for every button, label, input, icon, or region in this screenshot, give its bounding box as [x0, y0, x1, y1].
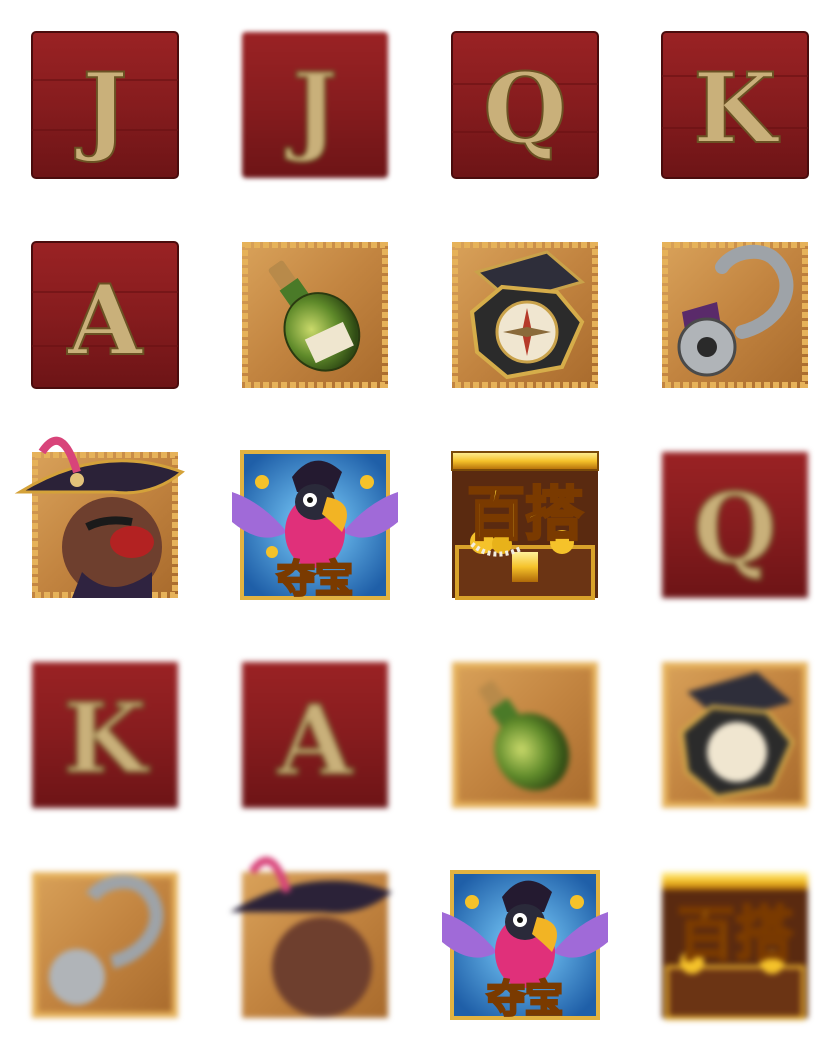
symbol-treasure-blurred: 百搭 — [662, 872, 808, 1020]
parrot-badge-label: 夺宝 — [487, 977, 563, 1021]
symbol-j-blurred: J — [242, 32, 388, 178]
symbol-pirate — [14, 436, 185, 598]
letter-a: A — [277, 684, 354, 797]
treasure-badge-label: 百搭 — [467, 480, 583, 548]
symbol-a-blurred: A — [242, 662, 388, 808]
symbol-a: A — [31, 241, 179, 389]
symbol-k-blurred: K — [32, 662, 178, 808]
symbol-treasure: 百搭 — [451, 451, 599, 600]
symbol-q-blurred: Q — [662, 452, 808, 598]
symbol-j: J — [31, 31, 179, 179]
letter-a: A — [67, 264, 144, 377]
symbol-parrot: 夺宝 — [442, 870, 608, 1022]
letter-j: J — [74, 52, 127, 165]
symbol-q: Q — [451, 31, 599, 179]
letter-j: J — [284, 52, 337, 165]
symbol-bottle-blurred — [452, 662, 598, 808]
symbol-k: K — [661, 31, 809, 179]
symbol-pirate-blurred — [230, 856, 392, 1018]
symbol-compass — [452, 242, 598, 388]
compass-icon — [469, 250, 586, 380]
letter-k: K — [63, 682, 150, 795]
symbol-hook — [662, 242, 808, 388]
symbol-compass-blurred — [662, 662, 808, 808]
treasure-badge-label: 百搭 — [677, 900, 793, 968]
symbol-hook-blurred — [32, 872, 178, 1018]
letter-q: Q — [483, 52, 567, 165]
symbol-bottle — [242, 242, 388, 388]
letter-q: Q — [693, 472, 777, 585]
letter-k: K — [693, 52, 780, 165]
compass-icon — [679, 672, 795, 800]
symbol-parrot: 夺宝 — [232, 450, 398, 602]
parrot-badge-label: 夺宝 — [277, 557, 353, 601]
